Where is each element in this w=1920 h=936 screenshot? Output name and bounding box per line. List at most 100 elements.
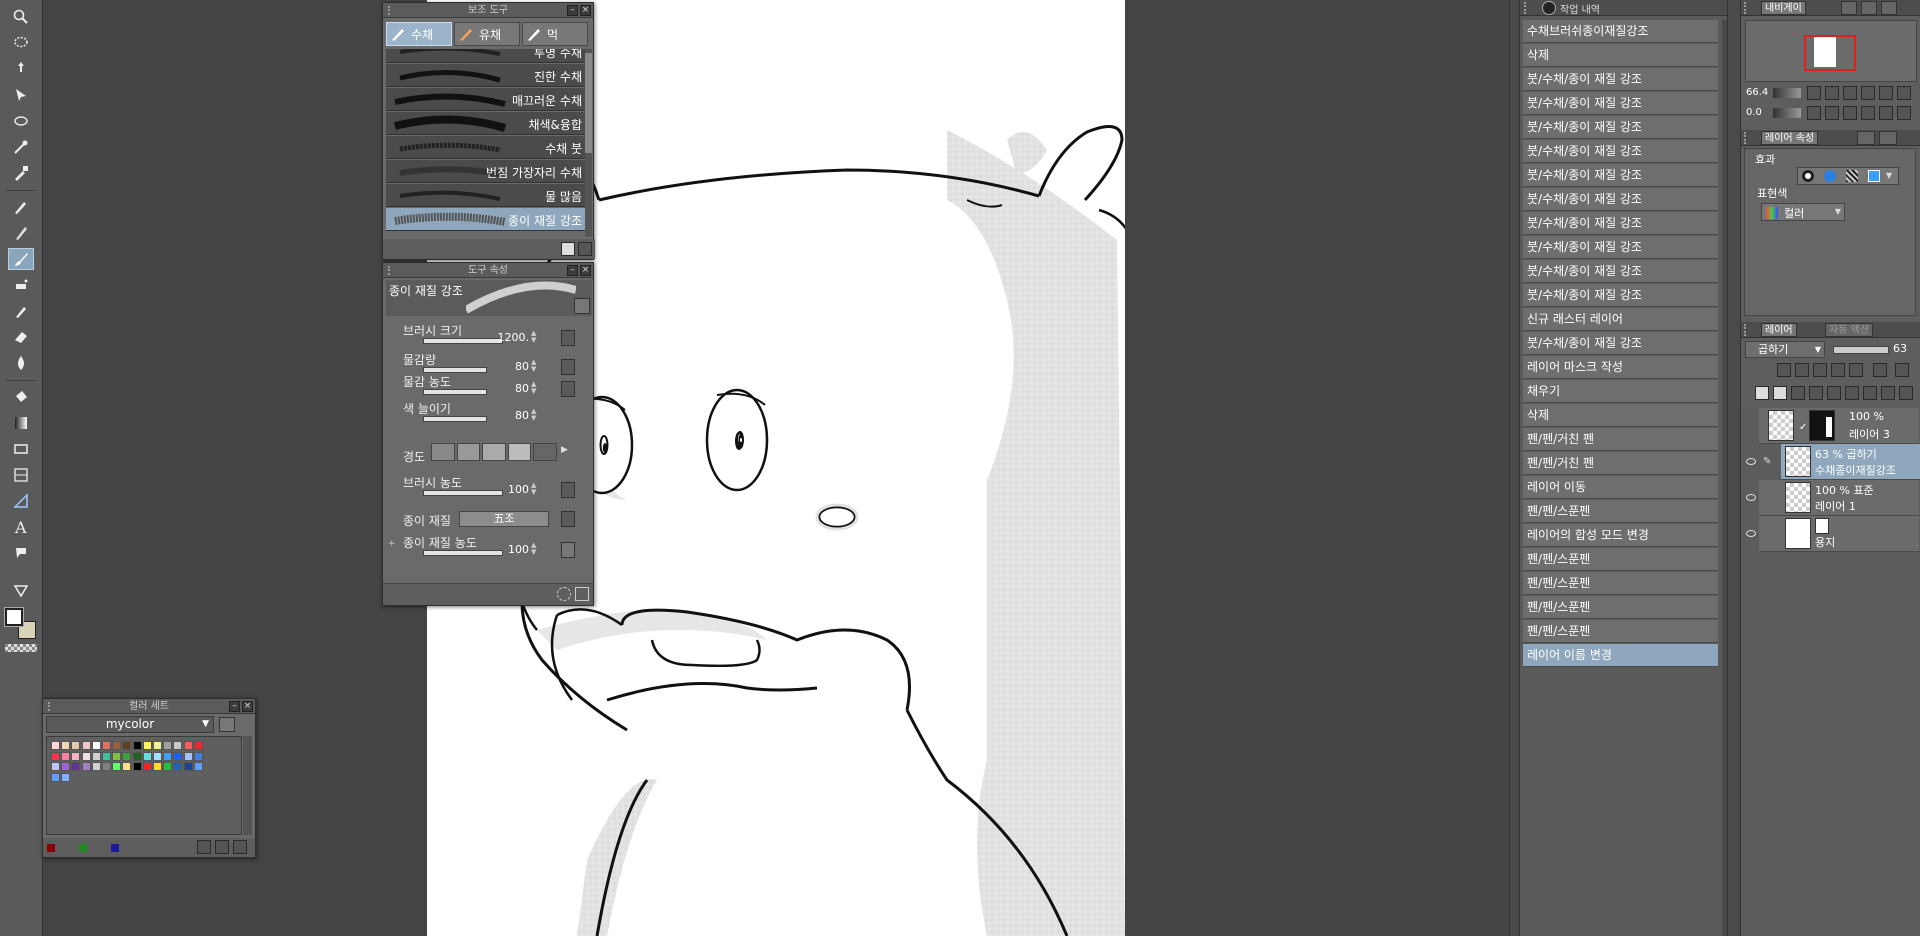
paper-texture-density-value[interactable]: 100 bbox=[493, 543, 529, 556]
minimize-button[interactable]: – bbox=[567, 265, 578, 276]
selection-tool-icon[interactable] bbox=[8, 110, 34, 132]
color-swatch[interactable] bbox=[61, 772, 71, 782]
color-swatch[interactable] bbox=[142, 762, 152, 771]
zoom-preview-icon[interactable] bbox=[574, 298, 590, 314]
blend-mode-select[interactable]: 곱하기 ▼ bbox=[1745, 341, 1825, 358]
color-swatch[interactable] bbox=[102, 762, 111, 771]
expression-color-select[interactable]: 컬러 ▼ bbox=[1761, 203, 1845, 221]
layer-row[interactable]: ✓ 100 % 레이어 3 bbox=[1759, 408, 1919, 444]
flip-horizontal-icon[interactable] bbox=[1879, 86, 1893, 100]
tab-oil[interactable]: 유채 bbox=[454, 22, 520, 46]
hardness-arrow-icon[interactable]: ▶ bbox=[561, 445, 571, 459]
color-swatch[interactable] bbox=[122, 741, 132, 750]
color-swatch[interactable] bbox=[193, 762, 203, 771]
mask-enable-icon[interactable] bbox=[1849, 363, 1863, 377]
fill-tool-icon[interactable] bbox=[8, 386, 34, 408]
color-swatch[interactable] bbox=[193, 751, 203, 761]
brush-size-spinner[interactable]: ▲ ▼ bbox=[531, 330, 539, 344]
zoom-in-icon[interactable] bbox=[1825, 86, 1839, 100]
layer-row[interactable]: 63 % 곱하기 수채종이재질강조 bbox=[1781, 444, 1920, 480]
history-item[interactable]: 신규 래스터 레이어 bbox=[1523, 308, 1718, 331]
history-item[interactable]: 붓/수채/종이 재질 강조 bbox=[1523, 116, 1718, 139]
close-button[interactable]: × bbox=[242, 701, 253, 712]
list-item[interactable]: 채색&융합 bbox=[386, 112, 586, 135]
color-swatch[interactable] bbox=[153, 762, 162, 771]
zoom-value[interactable]: 66.4 bbox=[1746, 87, 1768, 98]
color-swatch[interactable] bbox=[122, 762, 132, 771]
trash-icon[interactable] bbox=[1899, 386, 1913, 400]
clip-icon[interactable] bbox=[1777, 363, 1791, 377]
add-color-icon[interactable] bbox=[197, 840, 211, 854]
history-item[interactable]: 붓/수채/종이 재질 강조 bbox=[1523, 68, 1718, 91]
color-swatch[interactable] bbox=[132, 762, 142, 771]
layer-search-icon[interactable] bbox=[1881, 386, 1895, 400]
history-item[interactable]: 레이어 이름 변경 bbox=[1523, 644, 1718, 667]
history-item[interactable]: 펜/펜/스푼펜 bbox=[1523, 572, 1718, 595]
tab-auto-action[interactable]: 자동 액션 bbox=[1825, 323, 1873, 337]
history-item[interactable]: 레이어의 합성 모드 변경 bbox=[1523, 524, 1718, 547]
history-item[interactable]: 붓/수채/종이 재질 강조 bbox=[1523, 260, 1718, 283]
color-swatch[interactable] bbox=[132, 751, 142, 761]
tab-layer-3d[interactable] bbox=[1879, 131, 1897, 145]
texture-effect-icon[interactable] bbox=[1846, 170, 1858, 182]
actual-size-icon[interactable] bbox=[1843, 86, 1857, 100]
color-swatch[interactable] bbox=[51, 751, 60, 761]
dock-splitter[interactable] bbox=[1509, 0, 1519, 936]
text-tool-icon[interactable]: A bbox=[8, 516, 34, 538]
color-swatch[interactable] bbox=[183, 751, 193, 761]
history-item[interactable]: 펜/펜/거친 펜 bbox=[1523, 452, 1718, 475]
color-swatch[interactable] bbox=[71, 741, 81, 750]
list-item[interactable]: 투명 수채 bbox=[386, 49, 586, 63]
tone-effect-icon[interactable] bbox=[1824, 170, 1836, 182]
reset-icon[interactable] bbox=[557, 587, 571, 601]
color-swatch[interactable] bbox=[91, 762, 101, 771]
flip-vertical-icon[interactable] bbox=[1897, 86, 1911, 100]
new-vector-layer-icon[interactable] bbox=[1773, 386, 1787, 400]
history-tab-label[interactable]: 작업 내역 bbox=[1560, 1, 1600, 16]
brush-size-value[interactable]: 1200. bbox=[493, 331, 530, 344]
close-button[interactable]: × bbox=[580, 265, 591, 276]
color-swatch[interactable] bbox=[173, 762, 183, 771]
settings-icon[interactable] bbox=[561, 542, 575, 558]
tab-layer-property[interactable]: 레이어 속성 bbox=[1761, 131, 1819, 145]
color-swatch[interactable] bbox=[112, 741, 122, 750]
list-item[interactable]: 종이 재질 강조 bbox=[386, 208, 586, 231]
zoom-slider[interactable] bbox=[1773, 88, 1801, 98]
history-item[interactable]: 펜/펜/스푼펜 bbox=[1523, 500, 1718, 523]
ruler-tool-icon[interactable] bbox=[8, 490, 34, 512]
tab-layer[interactable]: 레이어 bbox=[1761, 323, 1797, 337]
history-item[interactable]: 펜/펜/거친 펜 bbox=[1523, 428, 1718, 451]
color-swatch[interactable] bbox=[173, 741, 183, 750]
history-item[interactable]: 붓/수채/종이 재질 강조 bbox=[1523, 92, 1718, 115]
opacity-slider[interactable] bbox=[1833, 346, 1889, 354]
swatch-dark-green[interactable] bbox=[79, 844, 87, 852]
pressure-icon[interactable] bbox=[561, 482, 575, 498]
reset-rotate-icon[interactable] bbox=[1843, 106, 1857, 120]
flip-left-icon[interactable] bbox=[1861, 106, 1875, 120]
color-swatch[interactable] bbox=[142, 751, 152, 761]
history-item[interactable]: 붓/수채/종이 재질 강조 bbox=[1523, 188, 1718, 211]
brush-density-slider[interactable] bbox=[423, 490, 503, 496]
color-swatch[interactable] bbox=[122, 751, 132, 761]
brush-tool-icon[interactable] bbox=[8, 248, 34, 270]
color-swatch[interactable] bbox=[132, 741, 142, 750]
eye-icon[interactable] bbox=[1746, 494, 1756, 501]
list-item[interactable]: 수채 붓 bbox=[386, 136, 586, 159]
swatch-scrollbar[interactable] bbox=[243, 736, 252, 835]
airbrush-tool-icon[interactable] bbox=[8, 274, 34, 296]
new-raster-layer-icon[interactable] bbox=[1755, 386, 1769, 400]
color-swatch[interactable] bbox=[173, 751, 183, 761]
rotate-value[interactable]: 0.0 bbox=[1746, 107, 1762, 118]
tab-watercolor[interactable]: 수채 bbox=[386, 22, 452, 46]
color-stretch-value[interactable]: 80 bbox=[493, 409, 529, 422]
color-swatch[interactable] bbox=[51, 741, 60, 750]
history-item[interactable]: 삭제 bbox=[1523, 404, 1718, 427]
paint-density-spinner[interactable]: ▲ ▼ bbox=[531, 381, 539, 395]
lock-transparent-icon[interactable] bbox=[1831, 363, 1845, 377]
tab-search-layer[interactable] bbox=[1857, 131, 1875, 145]
replace-color-icon[interactable] bbox=[215, 840, 229, 854]
color-swatch[interactable] bbox=[91, 751, 101, 761]
new-sub-tool-icon[interactable] bbox=[561, 242, 575, 256]
color-swatch[interactable] bbox=[61, 741, 71, 750]
color-swatch[interactable] bbox=[102, 741, 111, 750]
